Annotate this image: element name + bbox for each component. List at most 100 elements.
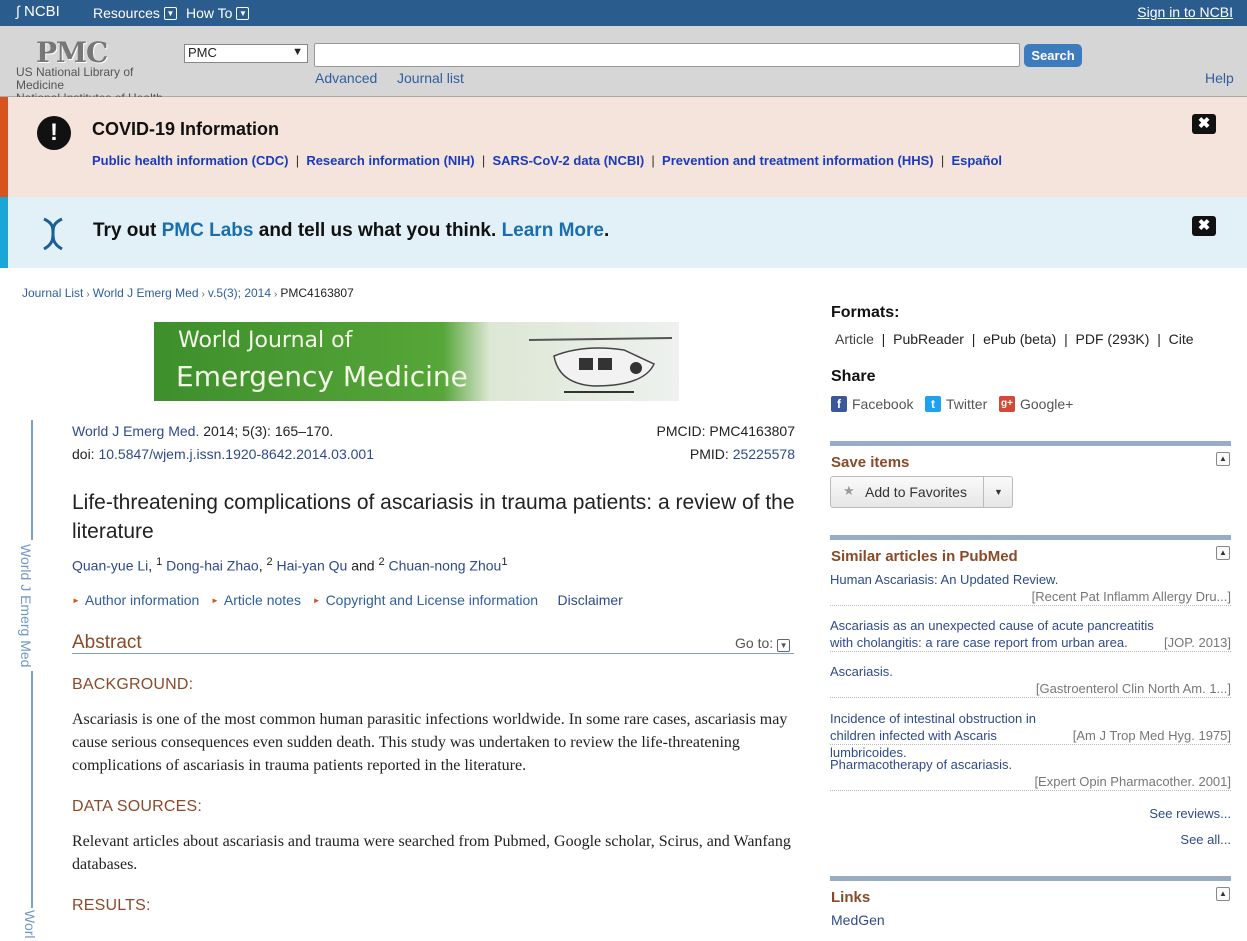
chevron-right-icon: › xyxy=(201,289,205,300)
share-googleplus[interactable]: g+ Google+ xyxy=(999,396,1073,412)
search-input[interactable] xyxy=(314,43,1020,67)
chevron-down-icon: ▼ xyxy=(163,6,177,20)
chevron-right-icon: › xyxy=(274,289,278,300)
doi-line: doi: 10.5847/wjem.j.issn.1920-8642.2014.… xyxy=(72,446,375,462)
format-pdf[interactable]: PDF (293K) xyxy=(1076,331,1150,347)
labs-message: Try out PMC Labs and tell us what you th… xyxy=(93,220,610,241)
format-cite[interactable]: Cite xyxy=(1169,331,1194,347)
sign-in-link[interactable]: Sign in to NCBI xyxy=(1137,4,1233,20)
formats-links: Article | PubReader | ePub (beta) | PDF … xyxy=(835,331,1194,347)
citation-line: World J Emerg Med. 2014; 5(3): 165–170. xyxy=(72,423,334,439)
advanced-search-link[interactable]: Advanced xyxy=(315,70,377,86)
goto-menu[interactable]: Go to: ▼ xyxy=(735,635,791,652)
chevron-down-icon: ▼ xyxy=(777,639,791,652)
similar-article-item[interactable]: Human Ascariasis: An Updated Review. [Re… xyxy=(830,571,1231,606)
search-header: PMC US National Library of Medicine Nati… xyxy=(0,26,1247,105)
pmid-link[interactable]: 25225578 xyxy=(733,446,795,462)
chevron-down-icon: ▼ xyxy=(292,46,303,58)
similar-article-item[interactable]: [Am J Trop Med Hyg. 1975] Incidence of i… xyxy=(830,710,1231,760)
author-link[interactable]: Dong-hai Zhao xyxy=(166,558,259,574)
copyright-toggle[interactable]: Copyright and License information xyxy=(326,592,538,608)
similar-articles-title[interactable]: Similar articles in PubMed xyxy=(831,548,1018,565)
help-link[interactable]: Help xyxy=(1205,70,1234,86)
see-reviews-link[interactable]: See reviews... xyxy=(1149,806,1231,821)
side-journal-label-tail: Worl xyxy=(22,908,38,941)
covid-link-cdc[interactable]: Public health information (CDC) xyxy=(92,153,288,168)
journal-banner[interactable]: World Journal of Emergency Medicine xyxy=(154,322,679,401)
database-select[interactable]: PMC ▼ xyxy=(184,44,308,63)
journal-list-link[interactable]: Journal list xyxy=(397,70,464,86)
panel-divider xyxy=(830,535,1231,540)
pmcid: PMCID: PMC4163807 xyxy=(656,423,795,439)
breadcrumb-issue[interactable]: v.5(3); 2014 xyxy=(208,286,271,300)
pmc-labs-banner: Try out PMC Labs and tell us what you th… xyxy=(0,197,1247,268)
medgen-link[interactable]: MedGen xyxy=(831,912,885,928)
article-info-links: ► Author information ► Article notes ► Copy… xyxy=(72,592,623,608)
dna-helix-icon xyxy=(43,217,63,251)
similar-article-item[interactable]: [JOP. 2013] Ascariasis as an unexpected … xyxy=(830,617,1231,652)
journal-banner-line2: Emergency Medicine xyxy=(176,360,468,393)
section-heading: RESULTS: xyxy=(72,897,151,914)
banner-stripe xyxy=(0,97,8,197)
breadcrumb-journal[interactable]: World J Emerg Med xyxy=(93,286,199,300)
add-to-favorites-button[interactable]: ★ Add to Favorites ▼ xyxy=(830,476,1013,508)
panel-divider xyxy=(830,441,1231,446)
search-button[interactable]: Search xyxy=(1024,44,1082,67)
formats-title: Formats: xyxy=(831,304,900,321)
howto-menu[interactable]: How To ▼ xyxy=(186,5,250,21)
save-items-title[interactable]: Save items xyxy=(831,454,909,471)
journal-link[interactable]: World J Emerg Med. xyxy=(72,423,199,439)
collapse-icon[interactable]: ▲ xyxy=(1216,546,1230,560)
article-notes-toggle[interactable]: Article notes xyxy=(224,592,301,608)
breadcrumb-journal-list[interactable]: Journal List xyxy=(22,286,83,300)
share-facebook[interactable]: f Facebook xyxy=(831,396,913,412)
google-plus-icon: g+ xyxy=(999,396,1015,412)
alert-icon: ! xyxy=(37,116,71,150)
article-title: Life-threatening complications of ascari… xyxy=(72,491,795,543)
format-pubreader[interactable]: PubReader xyxy=(893,331,964,347)
author-link[interactable]: Hai-yan Qu xyxy=(277,558,348,574)
chevron-down-icon[interactable]: ▼ xyxy=(983,477,1013,507)
pmid-line: PMID: 25225578 xyxy=(689,446,795,462)
share-twitter[interactable]: t Twitter xyxy=(925,396,987,412)
journal-side-rule xyxy=(31,420,33,940)
covid-banner: ! COVID-19 Information Public health inf… xyxy=(0,97,1247,197)
twitter-icon: t xyxy=(925,396,941,412)
collapse-icon[interactable]: ▲ xyxy=(1216,452,1230,466)
format-article: Article xyxy=(835,331,874,347)
author-link[interactable]: Quan-yue Li xyxy=(72,558,148,574)
covid-link-nih[interactable]: Research information (NIH) xyxy=(306,153,474,168)
disclaimer-link[interactable]: Disclaimer xyxy=(557,592,622,608)
pmc-labs-link[interactable]: PMC Labs xyxy=(162,220,254,241)
collapse-icon[interactable]: ▲ xyxy=(1216,887,1230,901)
side-journal-label: World J Emerg Med xyxy=(18,540,34,672)
covid-link-hhs[interactable]: Prevention and treatment information (HH… xyxy=(662,153,934,168)
covid-link-espanol[interactable]: Español xyxy=(951,153,1002,168)
covid-link-ncbi[interactable]: SARS-CoV-2 data (NCBI) xyxy=(492,153,644,168)
facebook-icon: f xyxy=(831,396,847,412)
breadcrumb-current: PMC4163807 xyxy=(280,286,354,300)
format-epub[interactable]: ePub (beta) xyxy=(983,331,1056,347)
triangle-right-icon: ► xyxy=(72,596,80,605)
breadcrumb: Journal List › World J Emerg Med › v.5(3); 2… xyxy=(22,286,354,300)
learn-more-link[interactable]: Learn More xyxy=(502,220,604,241)
resources-menu[interactable]: Resources ▼ xyxy=(93,5,177,21)
ncbi-helix-icon: ∫ xyxy=(16,3,20,19)
close-icon[interactable]: ✖ xyxy=(1192,114,1216,134)
doi-link[interactable]: 10.5847/wjem.j.issn.1920-8642.2014.03.00… xyxy=(98,446,374,462)
abstract-heading: Abstract xyxy=(72,632,142,653)
section-text: Relevant articles about ascariasis and t… xyxy=(72,833,791,873)
journal-banner-line1: World Journal of xyxy=(178,328,353,353)
chevron-right-icon: › xyxy=(86,289,90,300)
share-title: Share xyxy=(831,368,876,385)
covid-links: Public health information (CDC) | Resear… xyxy=(92,153,1003,168)
similar-article-item[interactable]: Pharmacotherapy of ascariasis. [Expert O… xyxy=(830,756,1231,791)
links-title[interactable]: Links xyxy=(831,889,870,906)
close-icon[interactable]: ✖ xyxy=(1192,216,1216,236)
see-all-link[interactable]: See all... xyxy=(1180,832,1231,847)
ncbi-logo[interactable]: ∫ NCBI xyxy=(16,3,60,20)
banner-stripe xyxy=(0,197,8,268)
similar-article-item[interactable]: Ascariasis. [Gastroenterol Clin North Am… xyxy=(830,663,1231,698)
author-information-toggle[interactable]: Author information xyxy=(85,592,199,608)
author-link[interactable]: Chuan-nong Zhou xyxy=(388,558,501,574)
